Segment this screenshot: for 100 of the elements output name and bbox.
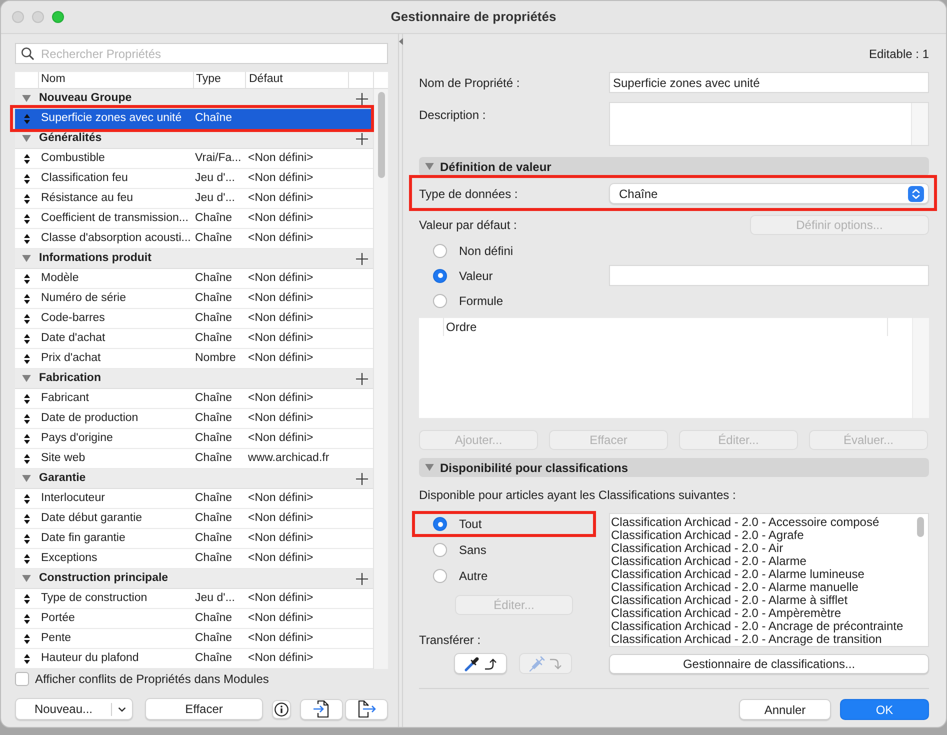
info-button[interactable] [272,700,291,718]
radio-label[interactable]: Tout [459,515,482,533]
radio-button[interactable] [433,543,447,557]
list-item[interactable]: Classification Archicad - 2.0 - Alarme [611,555,913,568]
sort-handle-icon[interactable] [24,354,30,364]
radio-button[interactable] [433,268,447,282]
table-row[interactable]: Code-barres Chaîne <Non défini> [15,309,373,329]
export-button[interactable] [345,698,388,720]
scrollbar[interactable] [373,89,388,669]
checkbox-label[interactable]: Afficher conflits de Propriétés dans Modules [35,670,269,688]
table-row[interactable]: Fabricant Chaîne <Non défini> [15,389,373,409]
table-row[interactable]: Interlocuteur Chaîne <Non défini> [15,489,373,509]
scrollbar-thumb[interactable] [917,517,924,537]
description-field[interactable] [609,102,929,146]
list-item[interactable]: Classification Archicad - 2.0 - Ancrage de précontrainte [611,620,913,633]
table-row[interactable]: Hauteur du plafond Chaîne <Non défini> [15,649,373,669]
column-header[interactable]: Type [193,72,245,88]
list-item[interactable]: Classification Archicad - 2.0 - Alarme lumineuse [611,568,913,581]
sort-handle-icon[interactable] [24,494,30,504]
checkbox[interactable] [15,672,29,686]
table-row[interactable]: Pente Chaîne <Non défini> [15,629,373,649]
table-row[interactable]: Résistance au feu Jeu d'... <Non défini> [15,189,373,209]
radio-button[interactable] [433,294,447,308]
table-row[interactable]: Portée Chaîne <Non défini> [15,609,373,629]
column-header[interactable]: Ordre [446,318,477,336]
radio-button[interactable] [433,244,447,258]
sort-handle-icon[interactable] [24,174,30,184]
list-item[interactable]: Classification Archicad - 2.0 - Accessoire composé [611,516,913,529]
radio-button[interactable] [433,517,447,531]
table-row[interactable]: Numéro de série Chaîne <Non défini> [15,289,373,309]
sort-handle-icon[interactable] [24,594,30,604]
import-button[interactable] [300,698,343,720]
section-header[interactable]: Disponibilité pour classifications [419,458,929,477]
radio-label[interactable]: Sans [459,541,486,559]
value-field[interactable] [609,265,929,286]
table-row[interactable]: Classification feu Jeu d'... <Non défini> [15,169,373,189]
sort-handle-icon[interactable] [24,514,30,524]
table-row[interactable]: Date de production Chaîne <Non défini> [15,409,373,429]
eyedropper-button[interactable] [454,653,507,674]
table-row[interactable]: Date début garantie Chaîne <Non défini> [15,509,373,529]
disclosure-triangle-icon[interactable] [22,375,31,382]
table-row[interactable]: Modèle Chaîne <Non défini> [15,269,373,289]
radio-label[interactable]: Non défini [459,242,514,260]
table-row[interactable]: Classe d'absorption acousti... Chaîne <Non défini> [15,229,373,249]
radio-button[interactable] [433,569,447,583]
disclosure-triangle-icon[interactable] [22,255,31,262]
table-row[interactable]: Date fin garantie Chaîne <Non défini> [15,529,373,549]
disclosure-triangle-icon[interactable] [22,475,31,482]
table-row[interactable]: Combustible Vrai/Fa... <Non défini> [15,149,373,169]
sort-handle-icon[interactable] [24,294,30,304]
list-item[interactable]: Classification Archicad - 2.0 - Agrafe [611,529,913,542]
sort-handle-icon[interactable] [24,554,30,564]
sort-handle-icon[interactable] [24,114,30,124]
sort-handle-icon[interactable] [24,314,30,324]
table-row[interactable]: Pays d'origine Chaîne <Non défini> [15,429,373,449]
disclosure-triangle-icon[interactable] [425,464,434,471]
sort-handle-icon[interactable] [24,654,30,664]
sort-handle-icon[interactable] [24,434,30,444]
radio-label[interactable]: Valeur [459,266,493,284]
sort-handle-icon[interactable] [24,634,30,644]
group-header-row[interactable]: Informations produit [15,249,373,269]
section-header[interactable]: Définition de valeur [419,157,929,176]
sort-handle-icon[interactable] [24,214,30,224]
group-header-row[interactable]: Construction principale [15,569,373,589]
list-item[interactable]: Classification Archicad - 2.0 - Ampèremètre [611,607,913,620]
table-row[interactable]: Coefficient de transmission... Chaîne <Non défini> [15,209,373,229]
disclosure-triangle-icon[interactable] [22,575,31,582]
table-row[interactable]: Date d'achat Chaîne <Non défini> [15,329,373,349]
clear-button[interactable]: Effacer [145,698,263,720]
ok-button[interactable]: OK [840,699,929,720]
column-header[interactable]: Défaut [245,72,348,88]
scrollbar-thumb[interactable] [378,92,384,178]
list-item[interactable]: Classification Archicad - 2.0 - Air [611,542,913,555]
add-icon[interactable] [356,572,368,584]
sort-handle-icon[interactable] [24,534,30,544]
add-icon[interactable] [356,472,368,484]
classification-manager-button[interactable]: Gestionnaire de classifications... [609,654,929,674]
table-row[interactable]: Site web Chaîne www.archicad.fr [15,449,373,469]
disclosure-triangle-icon[interactable] [22,95,31,102]
add-icon[interactable] [356,372,368,384]
group-header-row[interactable]: Fabrication [15,369,373,389]
sort-handle-icon[interactable] [24,454,30,464]
add-icon[interactable] [356,252,368,264]
classification-list[interactable] [609,513,929,647]
search-field[interactable]: Rechercher Propriétés [15,43,388,64]
disclosure-triangle-icon[interactable] [425,163,434,170]
sort-handle-icon[interactable] [24,334,30,344]
add-icon[interactable] [356,132,368,144]
table-row[interactable]: Type de construction Jeu d'... <Non défini> [15,589,373,609]
sort-handle-icon[interactable] [24,234,30,244]
disclosure-triangle-icon[interactable] [22,135,31,142]
cancel-button[interactable]: Annuler [739,699,831,720]
add-icon[interactable] [356,92,368,104]
list-item[interactable]: Classification Archicad - 2.0 - Alarme à sifflet [611,594,913,607]
list-item[interactable]: Classification Archicad - 2.0 - Alarme manuelle [611,581,913,594]
sort-handle-icon[interactable] [24,194,30,204]
value-list[interactable]: Ordre [419,318,929,418]
list-item[interactable]: Classification Archicad - 2.0 - Ancrage de transition [611,633,913,646]
collapse-arrow-icon[interactable] [398,38,402,45]
radio-label[interactable]: Autre [459,567,488,585]
